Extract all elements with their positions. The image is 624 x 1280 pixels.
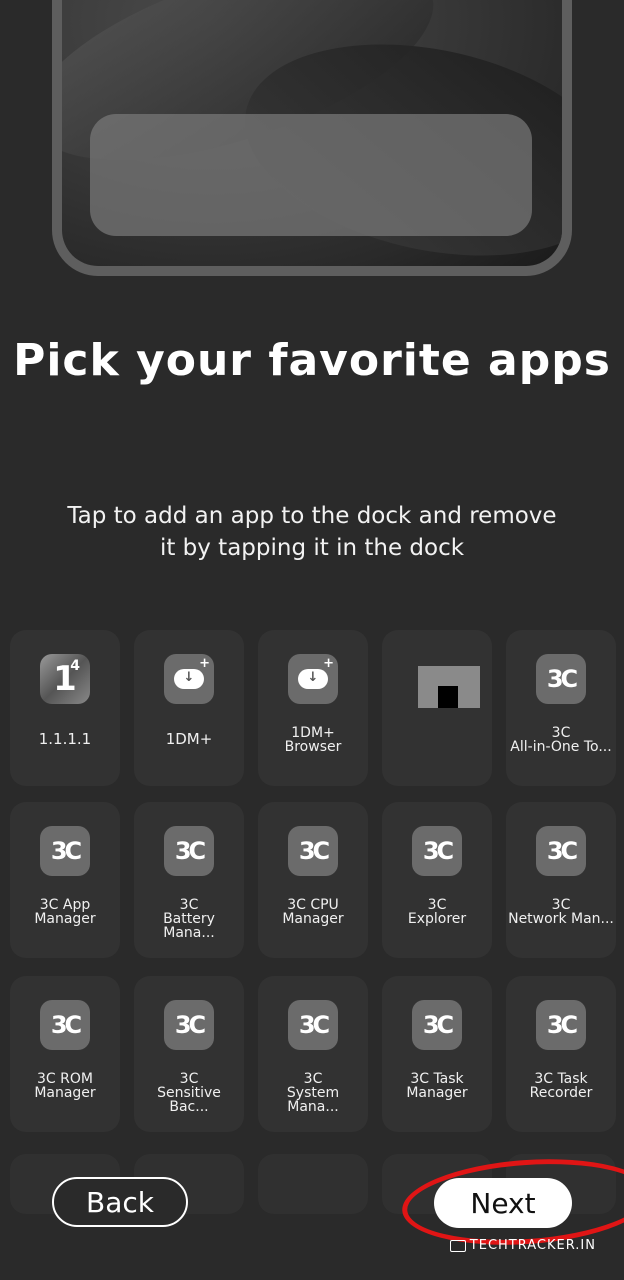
page-title: Pick your favorite apps bbox=[13, 335, 611, 386]
app-tile-3c-sensitive-backup[interactable]: 3C 3C Sensitive Bac... bbox=[134, 976, 244, 1132]
download-cloud-icon: + bbox=[288, 654, 338, 704]
broken-image-icon bbox=[418, 666, 480, 708]
app-label: 3C ROM Manager bbox=[34, 1072, 96, 1100]
cloudflare-1111-icon: 14 bbox=[40, 654, 90, 704]
app-tile-1dm-browser[interactable]: + 1DM+ Browser bbox=[258, 630, 368, 786]
app-label: 1.1.1.1 bbox=[38, 732, 92, 746]
app-label: 3C Task Recorder bbox=[529, 1072, 593, 1100]
app-tile-3c-system[interactable]: 3C 3C System Mana... bbox=[258, 976, 368, 1132]
3c-backup-icon: 3C bbox=[164, 1000, 214, 1050]
dock-preview[interactable] bbox=[90, 114, 532, 236]
next-button[interactable]: Next bbox=[434, 1178, 572, 1228]
app-tile-3c-explorer[interactable]: 3C 3C Explorer bbox=[382, 802, 492, 958]
app-label: 3C Network Man... bbox=[508, 898, 614, 926]
download-cloud-icon: + bbox=[164, 654, 214, 704]
app-tile-3c-task-manager[interactable]: 3C 3C Task Manager bbox=[382, 976, 492, 1132]
app-label: 3C App Manager bbox=[34, 898, 96, 926]
app-tile-3c-cpu[interactable]: 3C 3C CPU Manager bbox=[258, 802, 368, 958]
3c-cpu-icon: 3C bbox=[288, 826, 338, 876]
3c-system-icon: 3C bbox=[288, 1000, 338, 1050]
app-label: 3C All-in-One To... bbox=[510, 726, 612, 754]
app-label: 3C Battery Mana... bbox=[163, 898, 215, 940]
app-tile-1dm[interactable]: + 1DM+ bbox=[134, 630, 244, 786]
app-tile-1111[interactable]: 14 1.1.1.1 bbox=[10, 630, 120, 786]
app-tile-unknown[interactable] bbox=[382, 630, 492, 786]
app-label: 3C CPU Manager bbox=[282, 898, 344, 926]
app-label: 1DM+ bbox=[165, 732, 213, 746]
3c-android-icon: 3C bbox=[536, 654, 586, 704]
app-tile-3c-app-manager[interactable]: 3C 3C App Manager bbox=[10, 802, 120, 958]
app-label: 3C System Mana... bbox=[286, 1072, 340, 1114]
app-label: 3C Sensitive Bac... bbox=[157, 1072, 221, 1114]
page-subtitle: Tap to add an app to the dock and remove… bbox=[67, 503, 557, 561]
3c-folder-icon: 3C bbox=[412, 826, 462, 876]
app-label: 3C Explorer bbox=[407, 898, 467, 926]
app-tile-3c-battery[interactable]: 3C 3C Battery Mana... bbox=[134, 802, 244, 958]
3c-network-icon: 3C bbox=[536, 826, 586, 876]
3c-battery-icon: 3C bbox=[164, 826, 214, 876]
wallpaper-preview bbox=[52, 0, 572, 276]
app-tile-partial[interactable] bbox=[258, 1154, 368, 1214]
3c-rom-icon: 3C bbox=[40, 1000, 90, 1050]
app-label: 3C Task Manager bbox=[406, 1072, 468, 1100]
app-tile-3c-rom[interactable]: 3C 3C ROM Manager bbox=[10, 976, 120, 1132]
3c-app-manager-icon: 3C bbox=[40, 826, 90, 876]
3c-recorder-icon: 3C bbox=[536, 1000, 586, 1050]
app-tile-3c-task-recorder[interactable]: 3C 3C Task Recorder bbox=[506, 976, 616, 1132]
back-button[interactable]: Back bbox=[52, 1177, 188, 1227]
app-tile-3c-all-in-one[interactable]: 3C 3C All-in-One To... bbox=[506, 630, 616, 786]
browser-icon bbox=[449, 1239, 466, 1252]
app-tile-3c-network[interactable]: 3C 3C Network Man... bbox=[506, 802, 616, 958]
app-label: 1DM+ Browser bbox=[284, 726, 342, 754]
watermark: TECHTRACKER.IN bbox=[449, 1238, 596, 1253]
watermark-text: TECHTRACKER.IN bbox=[469, 1238, 596, 1253]
3c-gear-icon: 3C bbox=[412, 1000, 462, 1050]
